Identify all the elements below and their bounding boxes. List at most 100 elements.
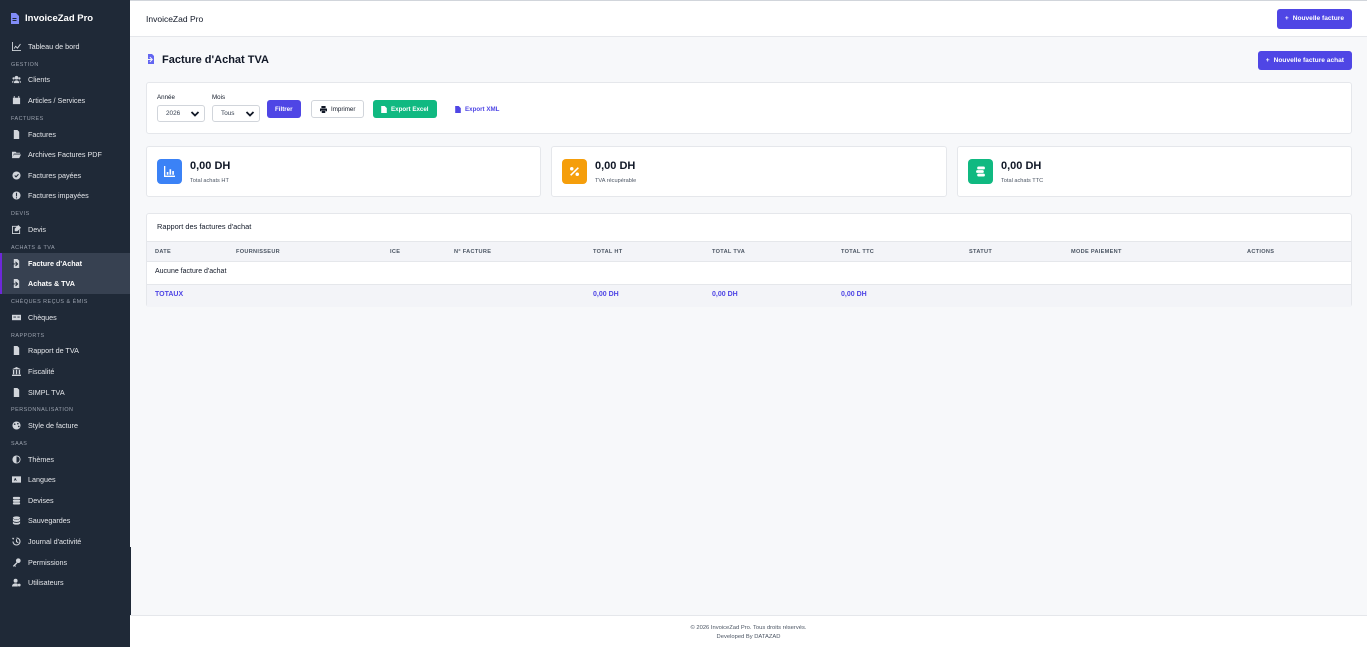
sidebar-item-devis[interactable]: Devis <box>0 219 130 240</box>
file-excel-icon <box>381 105 387 113</box>
sidebar-item-permissions[interactable]: Permissions <box>0 552 130 573</box>
sidebar-item-sauvegardes[interactable]: Sauvegardes <box>0 511 130 532</box>
stat-badge-ht <box>157 159 182 184</box>
sidebar-item-langues[interactable]: Langues <box>0 470 130 491</box>
purchase-report-card: Rapport des factures d'achat DATE FOURNI… <box>146 213 1352 307</box>
section-saas: SAAS <box>11 440 28 447</box>
totals-ht: 0,00 DH <box>593 291 619 298</box>
palette-icon <box>12 421 21 430</box>
sidebar-item-dashboard[interactable]: Tableau de bord <box>0 36 130 57</box>
sidebar-item-label: Factures impayées <box>28 191 89 201</box>
user-cog-icon <box>12 578 21 587</box>
calendar-icon <box>12 95 21 105</box>
sidebar-item-devises[interactable]: Devises <box>0 490 130 511</box>
month-filter: Mois Tous <box>212 94 260 122</box>
section-factures: FACTURES <box>11 115 44 122</box>
topbar: InvoiceZad Pro + Nouvelle facture <box>130 0 1367 37</box>
filter-button[interactable]: Filtrer <box>267 100 301 118</box>
col-mode-paiement[interactable]: MODE PAIEMENT <box>1071 249 1122 255</box>
plus-icon: + <box>1284 15 1289 22</box>
month-label: Mois <box>212 94 226 101</box>
file-invoice-icon <box>12 129 21 139</box>
sidebar-item-label: Style de facture <box>28 421 78 431</box>
new-invoice-button[interactable]: + Nouvelle facture <box>1276 8 1352 29</box>
col-ice[interactable]: ICE <box>390 249 400 255</box>
chart-bar-icon <box>164 166 175 177</box>
sidebar-item-label: Clients <box>28 75 50 85</box>
invoice-logo-icon <box>11 12 19 24</box>
chevron-down-icon <box>190 110 200 117</box>
file-import-icon <box>12 258 21 268</box>
col-statut[interactable]: STATUT <box>969 249 992 255</box>
table-header: DATE FOURNISSEUR ICE N° FACTURE TOTAL HT… <box>147 241 1351 262</box>
coins-icon <box>976 166 985 177</box>
sidebar-item-label: Devises <box>28 495 54 505</box>
sidebar-item-utilisateurs[interactable]: Utilisateurs <box>0 572 130 593</box>
year-select[interactable]: 2026 <box>157 105 205 122</box>
folder-open-icon <box>12 150 21 159</box>
sidebar-item-label: Thèmes <box>28 454 54 464</box>
export-xml-button[interactable]: Export XML <box>447 100 507 118</box>
file-alt-icon <box>12 346 21 356</box>
stat-amount-tva: 0,00 DH <box>595 160 636 172</box>
col-num-facture[interactable]: N° FACTURE <box>454 249 491 255</box>
sidebar-item-label: Fiscalité <box>28 366 55 376</box>
sidebar-item-style[interactable]: Style de facture <box>0 415 130 436</box>
sidebar-item-simpl-tva[interactable]: SIMPL TVA <box>0 382 130 403</box>
sidebar-item-facture-achat[interactable]: Facture d'Achat <box>0 252 130 274</box>
month-select[interactable]: Tous <box>212 105 260 122</box>
section-devis: DEVIS <box>11 211 30 218</box>
print-icon <box>320 105 327 113</box>
sidebar-item-articles[interactable]: Articles / Services <box>0 90 130 111</box>
section-rapports: RAPPORTS <box>11 332 45 339</box>
footer: © 2026 InvoiceZad Pro. Tous droits réser… <box>130 615 1367 647</box>
sidebar-item-label: Facture d'Achat <box>28 258 83 268</box>
file-import-icon <box>12 279 21 289</box>
sidebar-item-label: Articles / Services <box>28 95 86 105</box>
edit-document-icon <box>12 224 21 234</box>
year-filter: Année 2026 <box>157 94 205 122</box>
sidebar-item-label: Archives Factures PDF <box>28 150 102 160</box>
stat-caption-ht: Total achats HT <box>190 178 229 184</box>
sidebar-item-journal[interactable]: Journal d'activité <box>0 531 130 552</box>
sidebar-item-clients[interactable]: Clients <box>0 70 130 91</box>
adjust-icon <box>12 455 21 464</box>
page-title: Facture d'Achat TVA <box>162 54 269 66</box>
sidebar-item-label: Rapport de TVA <box>28 346 79 356</box>
print-button[interactable]: Imprimer <box>311 100 365 118</box>
new-purchase-invoice-button[interactable]: + Nouvelle facture achat <box>1257 51 1352 70</box>
sidebar-item-archives[interactable]: Archives Factures PDF <box>0 144 130 165</box>
sidebar-item-achats-tva[interactable]: Achats & TVA <box>0 273 130 294</box>
coins-icon <box>12 496 21 505</box>
sidebar-item-label: Utilisateurs <box>28 578 64 588</box>
sidebar-item-rapport-tva[interactable]: Rapport de TVA <box>0 341 130 362</box>
sidebar-item-cheques[interactable]: Chèques <box>0 307 130 328</box>
col-fournisseur[interactable]: FOURNISSEUR <box>236 249 280 255</box>
sidebar-item-label: Devis <box>28 224 46 234</box>
sidebar-item-label: Factures payées <box>28 170 82 180</box>
section-achats: ACHATS & TVA <box>11 244 56 251</box>
key-icon <box>12 558 21 567</box>
col-total-tva[interactable]: TOTAL TVA <box>712 249 745 255</box>
footer-copyright: © 2026 InvoiceZad Pro. Tous droits réser… <box>690 625 807 631</box>
main-content: Facture d'Achat TVA + Nouvelle facture a… <box>130 37 1367 615</box>
page-header: Facture d'Achat TVA <box>146 51 269 69</box>
sidebar-item-label: Chèques <box>28 312 57 322</box>
sidebar-item-fiscalite[interactable]: Fiscalité <box>0 361 130 382</box>
stat-amount-ht: 0,00 DH <box>190 160 231 172</box>
brand[interactable]: InvoiceZad Pro <box>0 0 130 36</box>
col-total-ht[interactable]: TOTAL HT <box>593 249 622 255</box>
col-total-ttc[interactable]: TOTAL TTC <box>841 249 874 255</box>
sidebar-item-factures-impayees[interactable]: Factures impayées <box>0 186 130 207</box>
sidebar-item-factures-payees[interactable]: Factures payées <box>0 165 130 186</box>
totals-ttc: 0,00 DH <box>841 291 867 298</box>
sidebar-item-factures[interactable]: Factures <box>0 124 130 145</box>
col-date[interactable]: DATE <box>155 249 171 255</box>
export-excel-button[interactable]: Export Excel <box>373 100 437 118</box>
users-icon <box>12 75 21 84</box>
stat-badge-tva <box>562 159 587 184</box>
filter-card: Année 2026 Mois Tous Filtrer Imprimer Ex… <box>146 82 1352 134</box>
export-excel-label: Export Excel <box>391 105 429 113</box>
percent-icon <box>569 166 580 177</box>
sidebar-item-themes[interactable]: Thèmes <box>0 449 130 470</box>
